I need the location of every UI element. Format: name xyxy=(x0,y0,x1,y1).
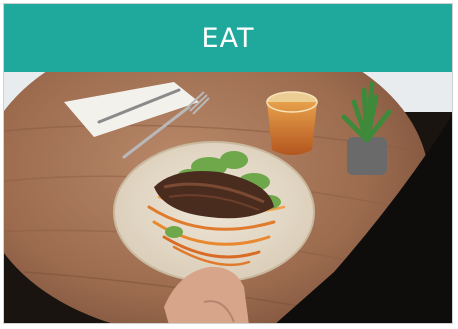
drink-glass xyxy=(267,102,317,155)
card-header: EAT xyxy=(4,4,452,72)
card-title: EAT xyxy=(201,22,255,54)
food-photo xyxy=(4,72,452,323)
eat-card[interactable]: EAT xyxy=(3,3,453,324)
plant-pot xyxy=(347,137,387,175)
